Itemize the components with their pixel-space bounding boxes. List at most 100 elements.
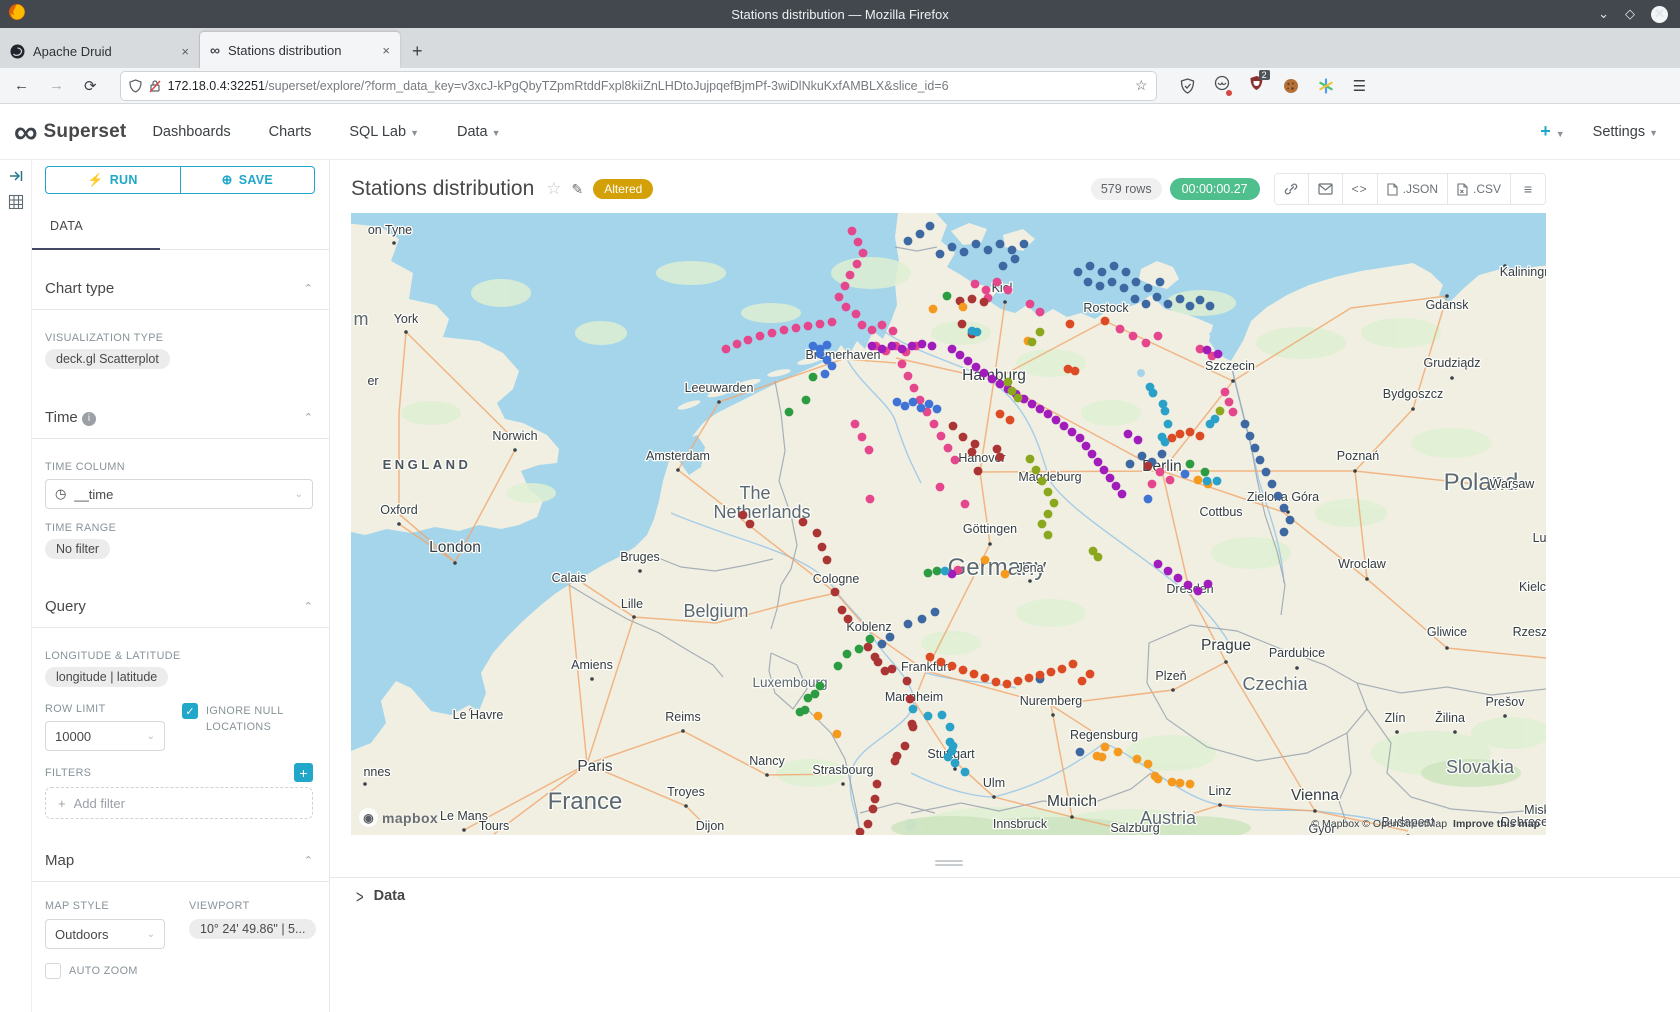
station-point-teal[interactable] [973,328,982,337]
station-point-purple[interactable] [888,342,897,351]
colorful-asterisk-icon[interactable] [1318,78,1334,94]
station-point-maroon[interactable] [838,606,847,615]
station-point-purple[interactable] [1044,410,1053,419]
station-point-pink[interactable] [846,271,855,280]
station-point-teal[interactable] [1161,407,1170,416]
station-point-steel-blue[interactable] [916,230,925,239]
station-point-pink[interactable] [851,420,860,429]
station-point-maroon[interactable] [813,529,822,538]
add-filter-box[interactable]: + Add filter [45,787,313,819]
station-point-royal-blue[interactable] [933,405,942,414]
station-point-pink[interactable] [858,433,867,442]
station-point-steel-blue[interactable] [1074,268,1083,277]
station-point-royal-blue[interactable] [917,404,926,413]
station-point-steel-blue[interactable] [1096,282,1105,291]
station-point-pink[interactable] [866,495,875,504]
close-tab-icon[interactable]: × [382,43,390,58]
section-map[interactable]: Map⌃ [32,852,329,869]
station-point-royal-blue[interactable] [821,370,830,379]
map-canvas[interactable]: on TynemerYorkNorwichENGLANDOxfordLondon… [351,213,1546,835]
station-point-steel-blue[interactable] [878,640,887,649]
station-point-olive[interactable] [1004,378,1013,387]
station-point-maroon[interactable] [949,422,958,431]
tracking-shield-icon[interactable] [129,79,142,93]
row-limit-select[interactable]: 10000 ⌄ [45,721,165,751]
improve-map-link[interactable]: Improve this map [1453,818,1540,830]
station-point-purple[interactable] [1134,436,1143,445]
station-point-pink[interactable] [930,420,939,429]
copy-link-button[interactable] [1275,174,1309,204]
station-point-orange[interactable] [1144,760,1153,769]
station-point-orange[interactable] [1168,778,1177,787]
add-new-button[interactable]: + ▼ [1540,121,1564,142]
station-point-vermilion[interactable] [1196,432,1205,441]
station-point-maroon[interactable] [980,298,989,307]
station-point-pink[interactable] [858,321,867,330]
station-point-royal-blue[interactable] [828,362,837,371]
station-point-pink[interactable] [1129,332,1138,341]
station-point-pink[interactable] [878,321,887,330]
station-point-teal[interactable] [951,759,960,768]
station-point-orange[interactable] [1101,743,1110,752]
station-point-maroon[interactable] [823,556,832,565]
station-point-purple[interactable] [1052,416,1061,425]
station-point-steel-blue[interactable] [960,248,969,257]
station-point-maroon[interactable] [903,677,912,686]
station-point-steel-blue[interactable] [1241,420,1250,429]
station-point-royal-blue[interactable] [1181,470,1190,479]
station-point-royal-blue[interactable] [893,398,902,407]
station-point-olive[interactable] [1008,387,1017,396]
station-point-purple[interactable] [1088,450,1097,459]
station-point-steel-blue[interactable] [972,240,981,249]
station-point-steel-blue[interactable] [1262,468,1271,477]
station-point-steel-blue[interactable] [999,262,1008,271]
auto-zoom-checkbox[interactable] [45,963,61,979]
station-point-steel-blue[interactable] [1153,293,1162,302]
station-point-purple[interactable] [972,363,981,372]
menu-icon[interactable]: ☰ [1353,77,1366,95]
station-point-pink[interactable] [722,345,731,354]
station-point-steel-blue[interactable] [1142,300,1151,309]
station-point-steel-blue[interactable] [1084,278,1093,287]
station-point-olive[interactable] [1036,328,1045,337]
station-point-orange[interactable] [1154,775,1163,784]
station-point-royal-blue[interactable] [816,350,825,359]
station-point-green[interactable] [802,396,811,405]
station-point-pink[interactable] [780,326,789,335]
station-point-olive[interactable] [1014,394,1023,403]
station-point-teal[interactable] [924,712,933,721]
favorite-star-icon[interactable]: ☆ [546,179,561,199]
station-point-maroon[interactable] [746,520,755,529]
station-point-green[interactable] [796,708,805,717]
station-point-purple[interactable] [1094,458,1103,467]
station-point-olive[interactable] [1094,553,1103,562]
station-point-pink[interactable] [768,329,777,338]
station-point-pink[interactable] [1154,332,1163,341]
station-point-green[interactable] [933,567,942,576]
station-point-purple[interactable] [964,357,973,366]
station-point-pink[interactable] [816,320,825,329]
station-point-purple[interactable] [898,345,907,354]
back-icon[interactable]: ← [14,77,29,95]
station-point-maroon[interactable] [871,795,880,804]
settings-menu[interactable]: Settings▼ [1593,124,1658,140]
station-point-pink[interactable] [859,249,868,258]
station-point-teal[interactable] [946,723,955,732]
section-chart-type[interactable]: Chart type⌃ [32,280,329,297]
section-query[interactable]: Query⌃ [32,598,329,615]
station-point-steel-blue[interactable] [1098,268,1107,277]
station-point-vermilion[interactable] [1014,677,1023,686]
station-point-pink[interactable] [868,326,877,335]
station-point-maroon[interactable] [864,820,873,829]
station-point-vermilion[interactable] [1186,428,1195,437]
station-point-steel-blue[interactable] [886,633,895,642]
mapbox-logo[interactable]: ◉ mapbox [359,808,438,827]
url-text[interactable]: 172.18.0.4:32251/superset/explore/?form_… [168,79,1128,93]
run-button[interactable]: ⚡RUN [45,166,180,194]
station-point-pink[interactable] [744,336,753,345]
privacy-mask-icon[interactable] [1214,75,1230,96]
station-point-pink[interactable] [756,332,765,341]
station-point-pink[interactable] [951,456,960,465]
station-point-pink[interactable] [944,444,953,453]
export-json-button[interactable]: .JSON [1378,174,1448,204]
